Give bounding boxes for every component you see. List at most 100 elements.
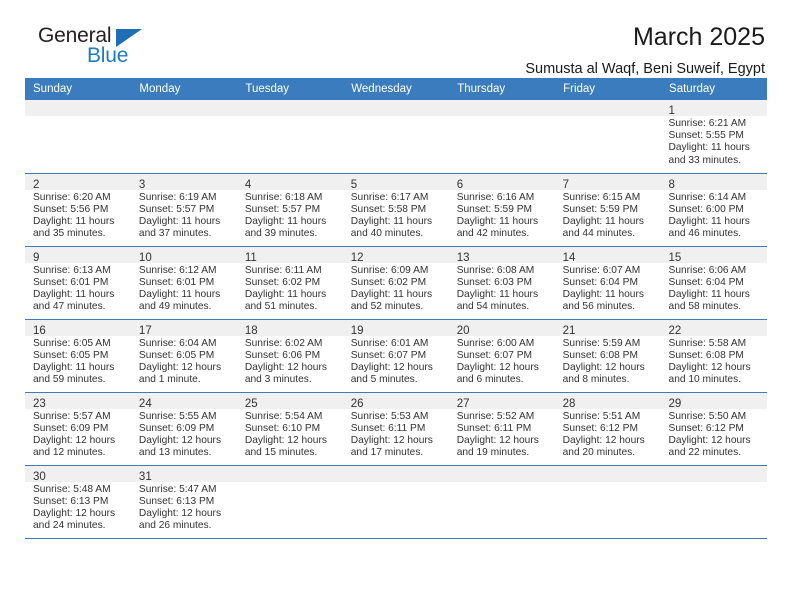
detail-sunset: Sunset: 5:56 PM	[33, 203, 109, 215]
calendar-day-cell[interactable]: 2 Sunrise: 6:20 AM Sunset: 5:56 PM Daylight…	[25, 173, 131, 247]
detail-sunrise: Sunrise: 5:55 AM	[138, 410, 217, 422]
calendar-day-cell[interactable]: 11 Sunrise: 6:11 AM Sunset: 6:02 PM Dayligh…	[236, 246, 343, 320]
day-number-band	[554, 100, 661, 116]
day-cell-inner: 11 Sunrise: 6:11 AM Sunset: 6:02 PM Dayligh…	[236, 246, 343, 319]
detail-sunset: Sunset: 6:05 PM	[138, 349, 215, 361]
detail-sunrise: Sunrise: 6:14 AM	[668, 191, 747, 203]
detail-daylight2: and 20 minutes.	[562, 447, 636, 459]
calendar-day-cell[interactable]: 3 Sunrise: 6:19 AM Sunset: 5:57 PM Daylight…	[130, 173, 237, 247]
day-details: Sunrise: 5:52 AM Sunset: 6:11 PM Daylight:…	[449, 409, 555, 460]
calendar-day-cell[interactable]: 28 Sunrise: 5:51 AM Sunset: 6:12 PM Dayligh…	[554, 392, 661, 466]
day-details: Sunrise: 5:53 AM Sunset: 6:11 PM Daylight:…	[343, 409, 449, 460]
day-cell-inner	[554, 100, 661, 173]
calendar-week-row: 30 Sunrise: 5:48 AM Sunset: 6:13 PM Dayligh…	[25, 465, 767, 539]
calendar-day-cell[interactable]: 8 Sunrise: 6:14 AM Sunset: 6:00 PM Daylight…	[660, 173, 767, 247]
detail-sunset: Sunset: 6:03 PM	[456, 276, 533, 288]
day-number-band: 10	[130, 246, 237, 264]
detail-daylight1: Daylight: 11 hours	[668, 142, 750, 154]
calendar-day-cell[interactable]: 25 Sunrise: 5:54 AM Sunset: 6:10 PM Dayligh…	[236, 392, 343, 466]
detail-sunset: Sunset: 6:09 PM	[138, 422, 215, 434]
day-details: Sunrise: 6:01 AM Sunset: 6:07 PM Daylight:…	[343, 336, 449, 387]
detail-daylight2: and 26 minutes.	[138, 520, 212, 532]
calendar-day-cell[interactable]: 12 Sunrise: 6:09 AM Sunset: 6:02 PM Dayligh…	[342, 246, 449, 320]
detail-daylight2: and 49 minutes.	[138, 301, 212, 313]
calendar-day-cell[interactable]: 5 Sunrise: 6:17 AM Sunset: 5:58 PM Daylight…	[342, 173, 449, 247]
detail-daylight1: Daylight: 11 hours	[244, 215, 327, 227]
calendar-day-cell[interactable]: 22 Sunrise: 5:58 AM Sunset: 6:08 PM Dayligh…	[660, 319, 767, 393]
detail-sunset: Sunset: 6:09 PM	[33, 422, 109, 434]
page-header: General Blue March 2025 Sumusta al Waqf,…	[25, 0, 767, 78]
calendar-week-row: 16 Sunrise: 6:05 AM Sunset: 6:05 PM Dayligh…	[25, 319, 767, 393]
calendar-day-cell[interactable]: 29 Sunrise: 5:50 AM Sunset: 6:12 PM Dayligh…	[660, 392, 767, 466]
detail-sunrise: Sunrise: 6:21 AM	[668, 118, 747, 129]
day-number: 22	[668, 324, 682, 337]
detail-daylight2: and 10 minutes.	[668, 374, 742, 386]
day-number-band	[342, 100, 449, 116]
day-number-band: 11	[236, 246, 343, 264]
detail-daylight2: and 5 minutes.	[350, 374, 418, 386]
day-cell-inner	[342, 465, 449, 538]
calendar-day-cell[interactable]: 9 Sunrise: 6:13 AM Sunset: 6:01 PM Daylight…	[25, 246, 131, 320]
calendar-day-cell[interactable]: 16 Sunrise: 6:05 AM Sunset: 6:05 PM Dayligh…	[25, 319, 131, 393]
calendar-day-cell[interactable]: 6 Sunrise: 6:16 AM Sunset: 5:59 PM Daylight…	[448, 173, 555, 247]
detail-sunset: Sunset: 6:10 PM	[244, 422, 321, 434]
detail-daylight2: and 24 minutes.	[33, 520, 106, 532]
day-number-band: 15	[660, 246, 767, 264]
day-number-band: 5	[342, 173, 449, 191]
calendar-day-cell[interactable]: 17 Sunrise: 6:04 AM Sunset: 6:05 PM Dayligh…	[130, 319, 237, 393]
detail-daylight1: Daylight: 12 hours	[350, 361, 433, 373]
weekday-header-friday: Friday	[554, 78, 662, 100]
day-cell-inner: 14 Sunrise: 6:07 AM Sunset: 6:04 PM Dayligh…	[554, 246, 661, 319]
calendar-day-cell[interactable]: 4 Sunrise: 6:18 AM Sunset: 5:57 PM Daylight…	[236, 173, 343, 247]
day-cell-inner	[448, 465, 555, 538]
day-number-band: 30	[25, 465, 131, 483]
day-cell-inner	[25, 100, 131, 173]
day-number-band: 27	[448, 392, 555, 410]
detail-daylight1: Daylight: 12 hours	[562, 434, 645, 446]
detail-sunrise: Sunrise: 6:00 AM	[456, 337, 535, 349]
calendar-day-cell[interactable]: 30 Sunrise: 5:48 AM Sunset: 6:13 PM Dayligh…	[25, 465, 131, 539]
detail-daylight2: and 40 minutes.	[350, 228, 424, 240]
calendar-day-cell[interactable]: 15 Sunrise: 6:06 AM Sunset: 6:04 PM Dayligh…	[660, 246, 767, 320]
calendar-week-row: 2 Sunrise: 6:20 AM Sunset: 5:56 PM Daylight…	[25, 173, 767, 247]
day-cell-inner	[130, 100, 237, 173]
calendar-day-cell[interactable]: 10 Sunrise: 6:12 AM Sunset: 6:01 PM Dayligh…	[130, 246, 237, 320]
detail-sunrise: Sunrise: 6:20 AM	[33, 191, 111, 203]
calendar-day-cell[interactable]: 19 Sunrise: 6:01 AM Sunset: 6:07 PM Dayligh…	[342, 319, 449, 393]
detail-sunrise: Sunrise: 5:50 AM	[668, 410, 747, 422]
calendar-day-cell[interactable]: 31 Sunrise: 5:47 AM Sunset: 6:13 PM Dayligh…	[130, 465, 237, 539]
detail-sunset: Sunset: 5:59 PM	[456, 203, 533, 215]
calendar-day-cell[interactable]: 24 Sunrise: 5:55 AM Sunset: 6:09 PM Dayligh…	[130, 392, 237, 466]
day-cell-inner: 7 Sunrise: 6:15 AM Sunset: 5:59 PM Daylight…	[554, 173, 661, 246]
day-cell-inner: 23 Sunrise: 5:57 AM Sunset: 6:09 PM Dayligh…	[25, 392, 131, 465]
calendar-day-cell[interactable]: 13 Sunrise: 6:08 AM Sunset: 6:03 PM Dayligh…	[448, 246, 555, 320]
detail-sunrise: Sunrise: 6:02 AM	[244, 337, 323, 349]
day-number: 16	[33, 324, 46, 337]
calendar-day-cell[interactable]: 20 Sunrise: 6:00 AM Sunset: 6:07 PM Dayligh…	[448, 319, 555, 393]
day-number-band: 6	[448, 173, 555, 191]
detail-sunset: Sunset: 5:58 PM	[350, 203, 427, 215]
day-cell-inner	[236, 465, 343, 538]
calendar-page: General Blue March 2025 Sumusta al Waqf,…	[0, 0, 792, 612]
day-details: Sunrise: 6:15 AM Sunset: 5:59 PM Daylight:…	[555, 190, 661, 241]
calendar-day-cell[interactable]: 1 Sunrise: 6:21 AM Sunset: 5:55 PM Daylight…	[660, 100, 767, 174]
detail-daylight2: and 8 minutes.	[562, 374, 630, 386]
detail-sunset: Sunset: 6:11 PM	[350, 422, 426, 434]
calendar-day-cell[interactable]: 18 Sunrise: 6:02 AM Sunset: 6:06 PM Dayligh…	[236, 319, 343, 393]
day-number: 15	[668, 251, 682, 264]
detail-sunset: Sunset: 6:02 PM	[244, 276, 321, 288]
calendar-day-cell[interactable]: 14 Sunrise: 6:07 AM Sunset: 6:04 PM Dayligh…	[554, 246, 661, 320]
day-number-band: 20	[448, 319, 555, 337]
calendar-day-cell[interactable]: 7 Sunrise: 6:15 AM Sunset: 5:59 PM Daylight…	[554, 173, 661, 247]
calendar-day-cell[interactable]: 27 Sunrise: 5:52 AM Sunset: 6:11 PM Dayligh…	[448, 392, 555, 466]
detail-daylight2: and 39 minutes.	[244, 228, 318, 240]
calendar-day-cell[interactable]: 26 Sunrise: 5:53 AM Sunset: 6:11 PM Dayligh…	[342, 392, 449, 466]
calendar-day-cell[interactable]: 21 Sunrise: 5:59 AM Sunset: 6:08 PM Dayligh…	[554, 319, 661, 393]
day-cell-inner: 9 Sunrise: 6:13 AM Sunset: 6:01 PM Daylight…	[25, 246, 131, 319]
calendar-day-cell[interactable]: 23 Sunrise: 5:57 AM Sunset: 6:09 PM Dayligh…	[25, 392, 131, 466]
brand-logo[interactable]: General Blue	[25, 22, 175, 78]
day-details: Sunrise: 6:05 AM Sunset: 6:05 PM Daylight:…	[25, 336, 131, 387]
detail-sunrise: Sunrise: 5:59 AM	[562, 337, 641, 349]
day-details: Sunrise: 5:47 AM Sunset: 6:13 PM Daylight:…	[131, 482, 237, 533]
day-number: 21	[562, 324, 576, 337]
